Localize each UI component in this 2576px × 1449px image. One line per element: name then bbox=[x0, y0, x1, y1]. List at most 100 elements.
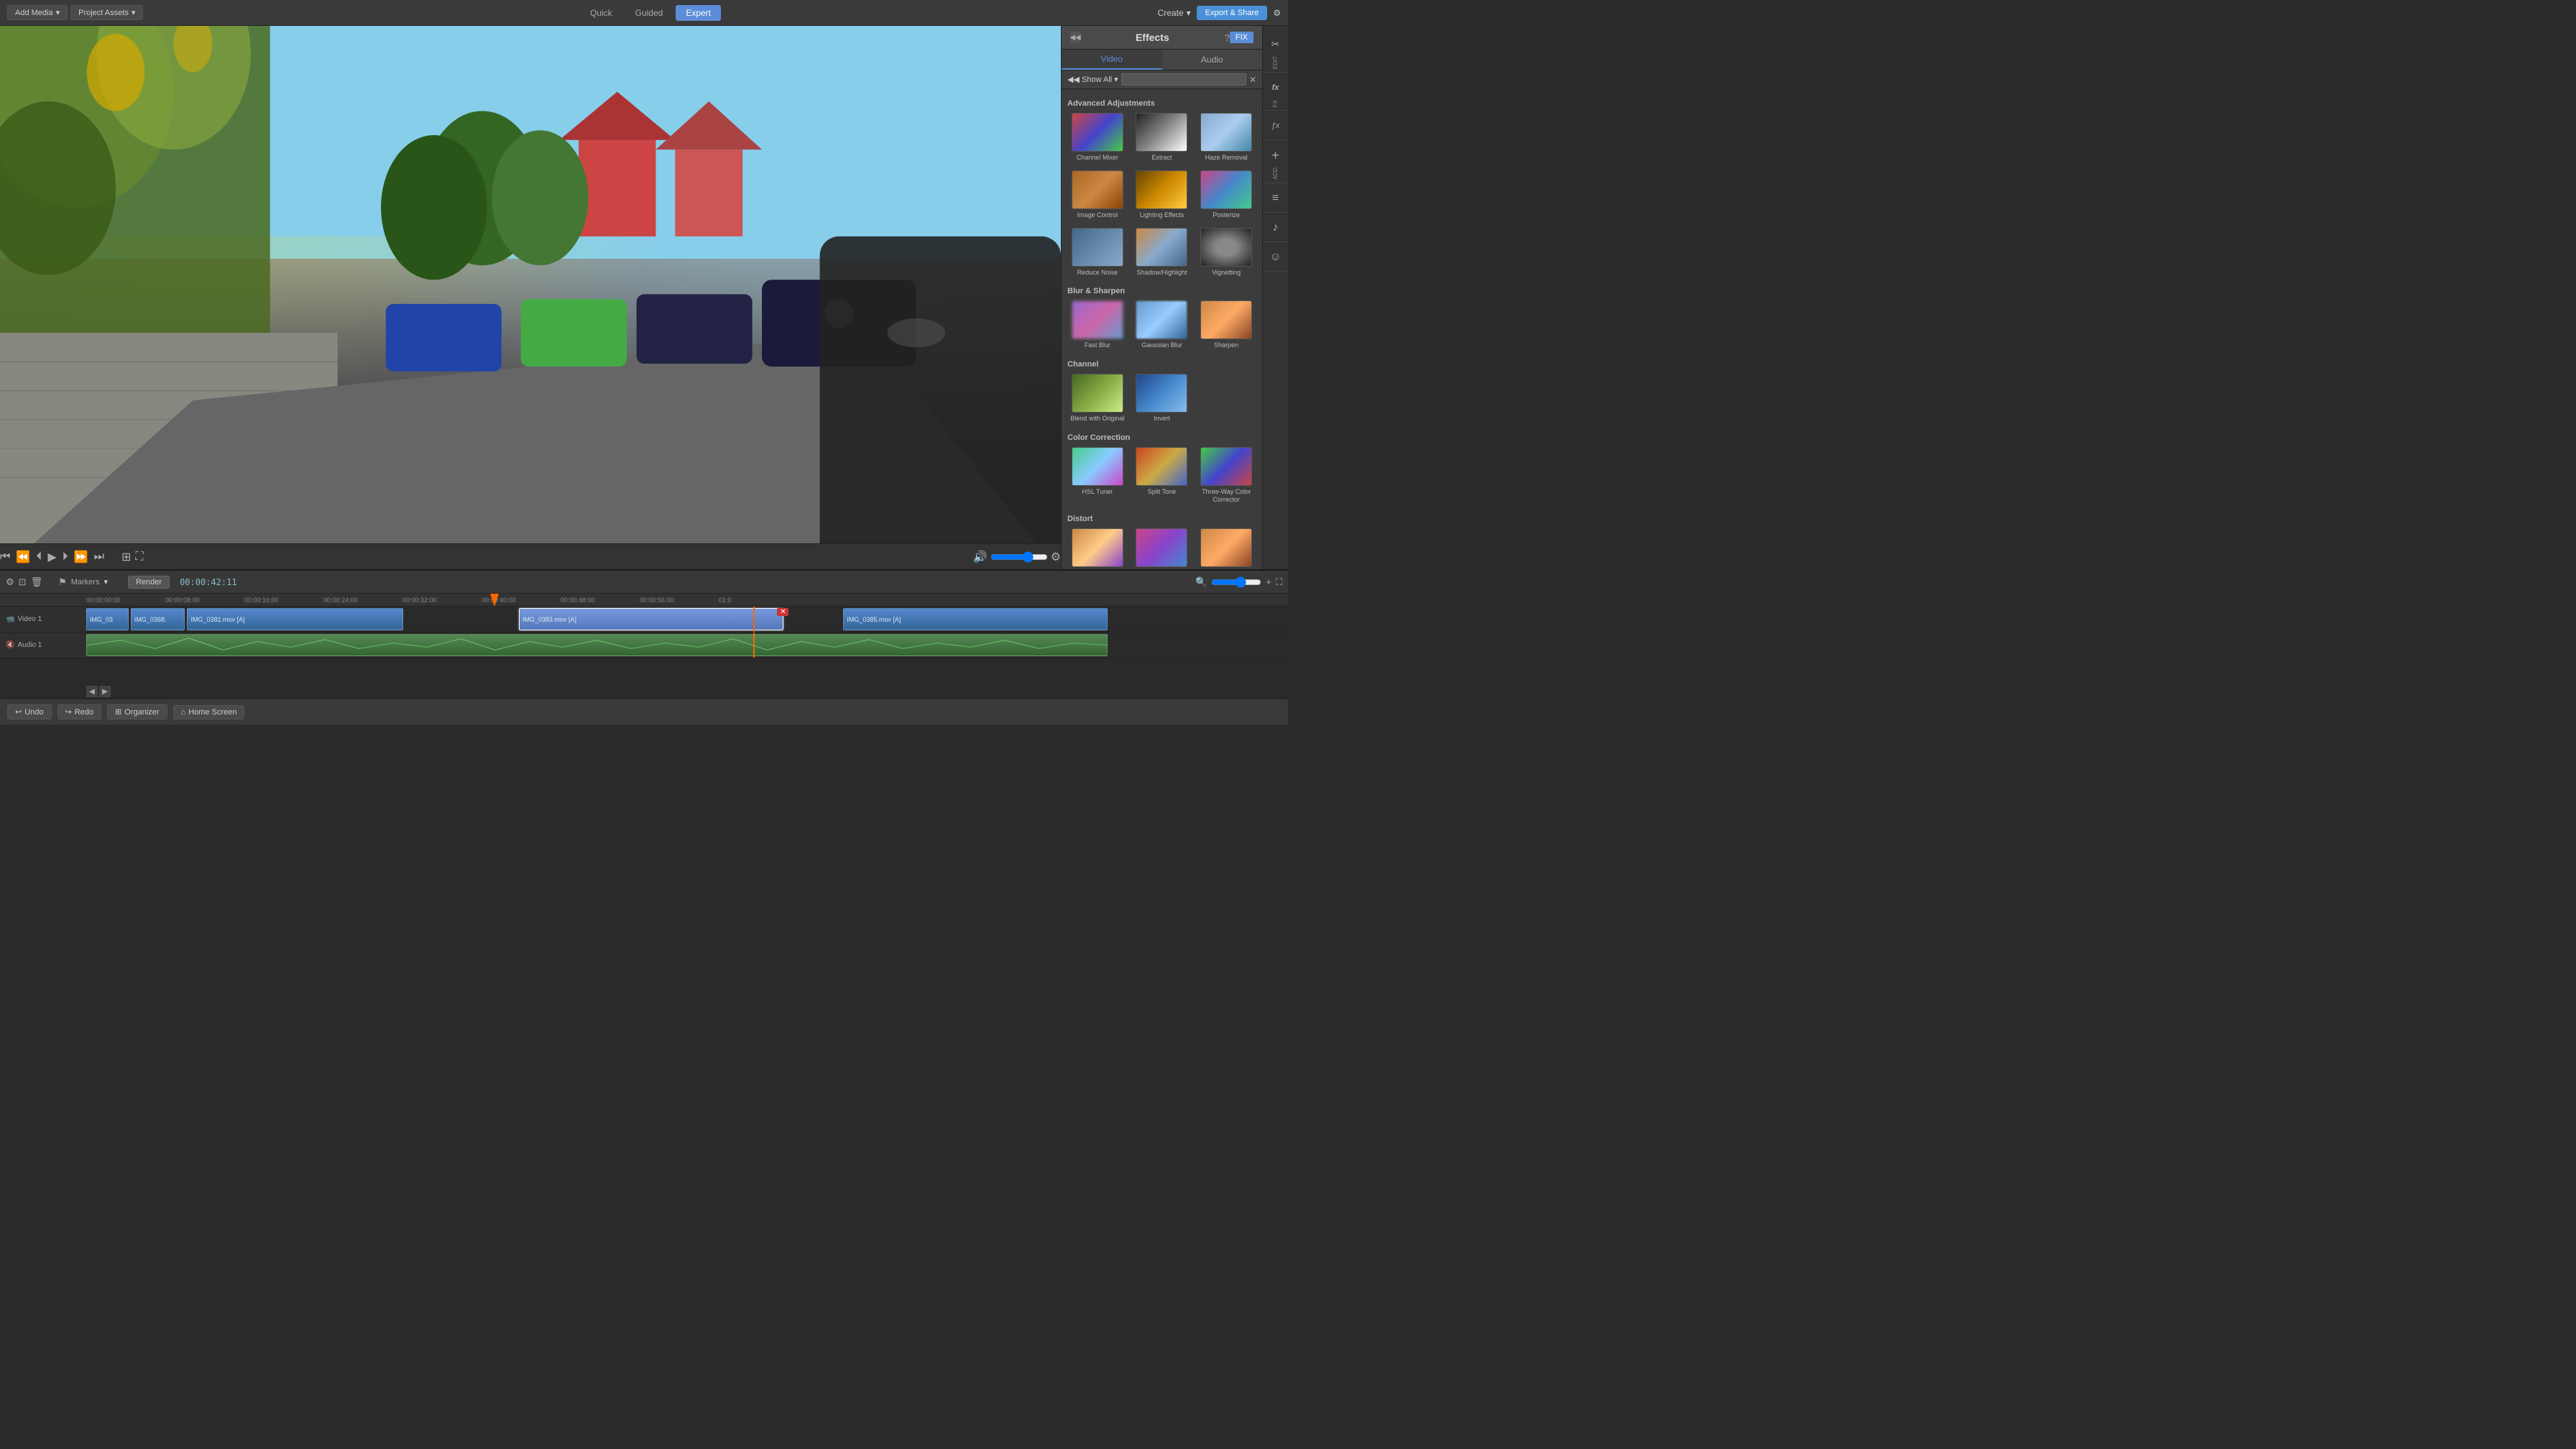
show-all-label: Show All bbox=[1082, 75, 1112, 84]
fix-button[interactable]: FIX bbox=[1230, 32, 1254, 43]
fx2-icon-button[interactable]: ƒx bbox=[1265, 115, 1287, 137]
project-assets-label: Project Assets bbox=[78, 9, 129, 17]
play-button[interactable]: ▶ bbox=[47, 550, 56, 564]
home-screen-button[interactable]: ⌂ Home Screen bbox=[173, 705, 245, 719]
zoom-fit-button[interactable]: ⊡ bbox=[19, 576, 27, 588]
redo-button[interactable]: ↪ Redo bbox=[58, 704, 102, 719]
section-distort: Distort bbox=[1067, 510, 1256, 526]
time-marker-2: 00:00:16:00 bbox=[244, 597, 279, 604]
effect-image-control-label: Image Control bbox=[1077, 211, 1118, 219]
volume-icon[interactable]: 🔊 bbox=[973, 550, 988, 564]
step-forward-button[interactable]: ⏵ bbox=[63, 551, 68, 564]
effect-split-tone[interactable]: Split Tone bbox=[1132, 445, 1192, 506]
add-media-button[interactable]: Add Media ▾ bbox=[7, 5, 68, 20]
effect-reduce-noise[interactable]: Reduce Noise bbox=[1067, 226, 1128, 279]
step-back-button[interactable]: ⏴ bbox=[36, 551, 42, 564]
effect-invert-thumb bbox=[1136, 374, 1187, 413]
render-button[interactable]: Render bbox=[128, 576, 170, 589]
list-icon-button[interactable]: ≡ bbox=[1265, 188, 1287, 209]
add-icon-button[interactable]: + bbox=[1265, 144, 1287, 166]
effect-haze-removal[interactable]: Haze Removal bbox=[1196, 111, 1256, 164]
timeline-settings-button[interactable]: ⚙ bbox=[6, 576, 14, 588]
prev-frame-button[interactable]: ⏪ bbox=[16, 550, 30, 564]
top-toolbar: Add Media ▾ Project Assets ▾ Quick Guide… bbox=[0, 0, 1288, 26]
export-button[interactable]: Export & Share bbox=[1197, 6, 1268, 20]
effect-blend-with-original[interactable]: Blend with Original bbox=[1067, 372, 1128, 425]
project-assets-button[interactable]: Project Assets ▾ bbox=[70, 5, 143, 20]
volume-slider[interactable] bbox=[990, 551, 1048, 563]
effect-mirror[interactable]: Mirror bbox=[1196, 526, 1256, 569]
prev-track-button[interactable]: ⏮ bbox=[0, 551, 10, 564]
double-left-icon: ◀◀ bbox=[1067, 75, 1080, 84]
effect-gaussian-blur[interactable]: Gaussian Blur bbox=[1132, 298, 1192, 351]
zoom-in-button[interactable]: + bbox=[1266, 576, 1271, 587]
undo-button[interactable]: ↩ Undo bbox=[7, 704, 52, 719]
mode-guided-button[interactable]: Guided bbox=[625, 5, 673, 21]
audio-clip-1[interactable] bbox=[86, 634, 1108, 656]
next-track-button[interactable]: ⏭ bbox=[94, 551, 104, 564]
mode-expert-button[interactable]: Expert bbox=[676, 5, 721, 21]
music-icon-button[interactable]: ♪ bbox=[1265, 217, 1287, 239]
effect-reduce-noise-label: Reduce Noise bbox=[1077, 269, 1118, 277]
edit-icon-button[interactable]: ✂ bbox=[1265, 33, 1287, 55]
fullscreen-button[interactable]: ⛶ bbox=[135, 550, 143, 564]
effect-vignetting[interactable]: Vignetting bbox=[1196, 226, 1256, 279]
markers-button[interactable]: ⚑ bbox=[58, 576, 67, 588]
effect-invert[interactable]: Invert bbox=[1132, 372, 1192, 425]
effect-shadow-highlight[interactable]: Shadow/Highlight bbox=[1132, 226, 1192, 279]
effect-lighting-effects[interactable]: Lighting Effects bbox=[1132, 168, 1192, 221]
emoji-icon-button[interactable]: ☺ bbox=[1265, 247, 1287, 268]
music-section: ♪ bbox=[1263, 214, 1288, 242]
tab-audio[interactable]: Audio bbox=[1162, 50, 1263, 70]
timeline-fullscreen-button[interactable]: ⛶ bbox=[1276, 576, 1282, 588]
next-frame-button[interactable]: ⏩ bbox=[74, 550, 88, 564]
effect-three-way-color[interactable]: Three-Way Color Corrector bbox=[1196, 445, 1256, 506]
tab-video[interactable]: Video bbox=[1062, 50, 1162, 70]
effects-search-input[interactable] bbox=[1121, 73, 1246, 86]
clip-delete-marker[interactable]: ✕ bbox=[777, 608, 788, 616]
mode-quick-button[interactable]: Quick bbox=[580, 5, 622, 21]
effect-extract-label: Extract bbox=[1151, 154, 1172, 162]
bottom-bar: ↩ Undo ↪ Redo ⊞ Organizer ⌂ Home Screen bbox=[0, 699, 1288, 724]
organizer-button[interactable]: ⊞ Organizer bbox=[107, 704, 167, 719]
scroll-right-button[interactable]: ▶ bbox=[99, 686, 111, 697]
video-clip-img0381[interactable]: IMG_0381.mov [A] bbox=[187, 608, 403, 630]
effects-help-button[interactable]: ? bbox=[1225, 32, 1230, 43]
zoom-out-button[interactable]: 🔍 bbox=[1195, 576, 1207, 588]
effect-channel-mixer[interactable]: Channel Mixer bbox=[1067, 111, 1128, 164]
effect-extract[interactable]: Extract bbox=[1132, 111, 1192, 164]
zoom-slider[interactable] bbox=[1211, 576, 1261, 588]
video-clip-img0385[interactable]: IMG_0385.mov [A] bbox=[843, 608, 1108, 630]
timecode-display: 00:00:42:11 bbox=[180, 577, 236, 587]
effect-fast-blur[interactable]: Fast Blur bbox=[1067, 298, 1128, 351]
scroll-left-button[interactable]: ◀ bbox=[86, 686, 98, 697]
effect-reduce-noise-thumb bbox=[1072, 228, 1123, 267]
effect-image-control[interactable]: Image Control bbox=[1067, 168, 1128, 221]
audio-track-content[interactable] bbox=[86, 632, 1288, 658]
audio-track-name: Audio 1 bbox=[17, 641, 42, 649]
video-track-content[interactable]: IMG_03 IMG_0368. IMG_0381.mov [A] IMG_03… bbox=[86, 607, 1288, 632]
effect-corner-pin[interactable]: Corner Pin bbox=[1067, 526, 1128, 569]
show-all-button[interactable]: ◀◀ Show All ▾ bbox=[1067, 75, 1118, 84]
clear-search-button[interactable]: ✕ bbox=[1249, 75, 1256, 85]
effect-lens-distortion[interactable]: Lens Distortion bbox=[1132, 526, 1192, 569]
create-dropdown-icon: ▾ bbox=[1187, 8, 1191, 18]
time-marker-3: 00:00:24:00 bbox=[323, 597, 358, 604]
add-icon-label: ADD bbox=[1272, 167, 1279, 180]
video-clip-img0368[interactable]: IMG_0368. bbox=[131, 608, 185, 630]
effect-sharpen[interactable]: Sharpen bbox=[1196, 298, 1256, 351]
video-clip-img0383[interactable]: IMG_0383.mov [A] bbox=[519, 608, 783, 630]
settings-button-preview[interactable]: ⚙ bbox=[1051, 550, 1061, 564]
markers-label: Markers bbox=[71, 578, 100, 586]
create-button[interactable]: Create ▾ bbox=[1158, 8, 1191, 18]
safe-margins-button[interactable]: ⊞ bbox=[121, 550, 131, 564]
panel-collapse-button[interactable]: ◀◀ bbox=[1070, 32, 1080, 43]
fx-icon-button[interactable]: fx bbox=[1265, 77, 1287, 98]
time-marker-7: 00:00:56:00 bbox=[640, 597, 674, 604]
effect-posterize[interactable]: Posterize bbox=[1196, 168, 1256, 221]
add-media-label: Add Media bbox=[15, 9, 53, 17]
effect-hsl-tuner[interactable]: HSL Tuner bbox=[1067, 445, 1128, 506]
delete-clip-button[interactable]: 🗑 bbox=[31, 576, 43, 588]
settings-icon-button[interactable]: ⚙ bbox=[1273, 8, 1281, 18]
video-clip-img03[interactable]: IMG_03 bbox=[86, 608, 129, 630]
